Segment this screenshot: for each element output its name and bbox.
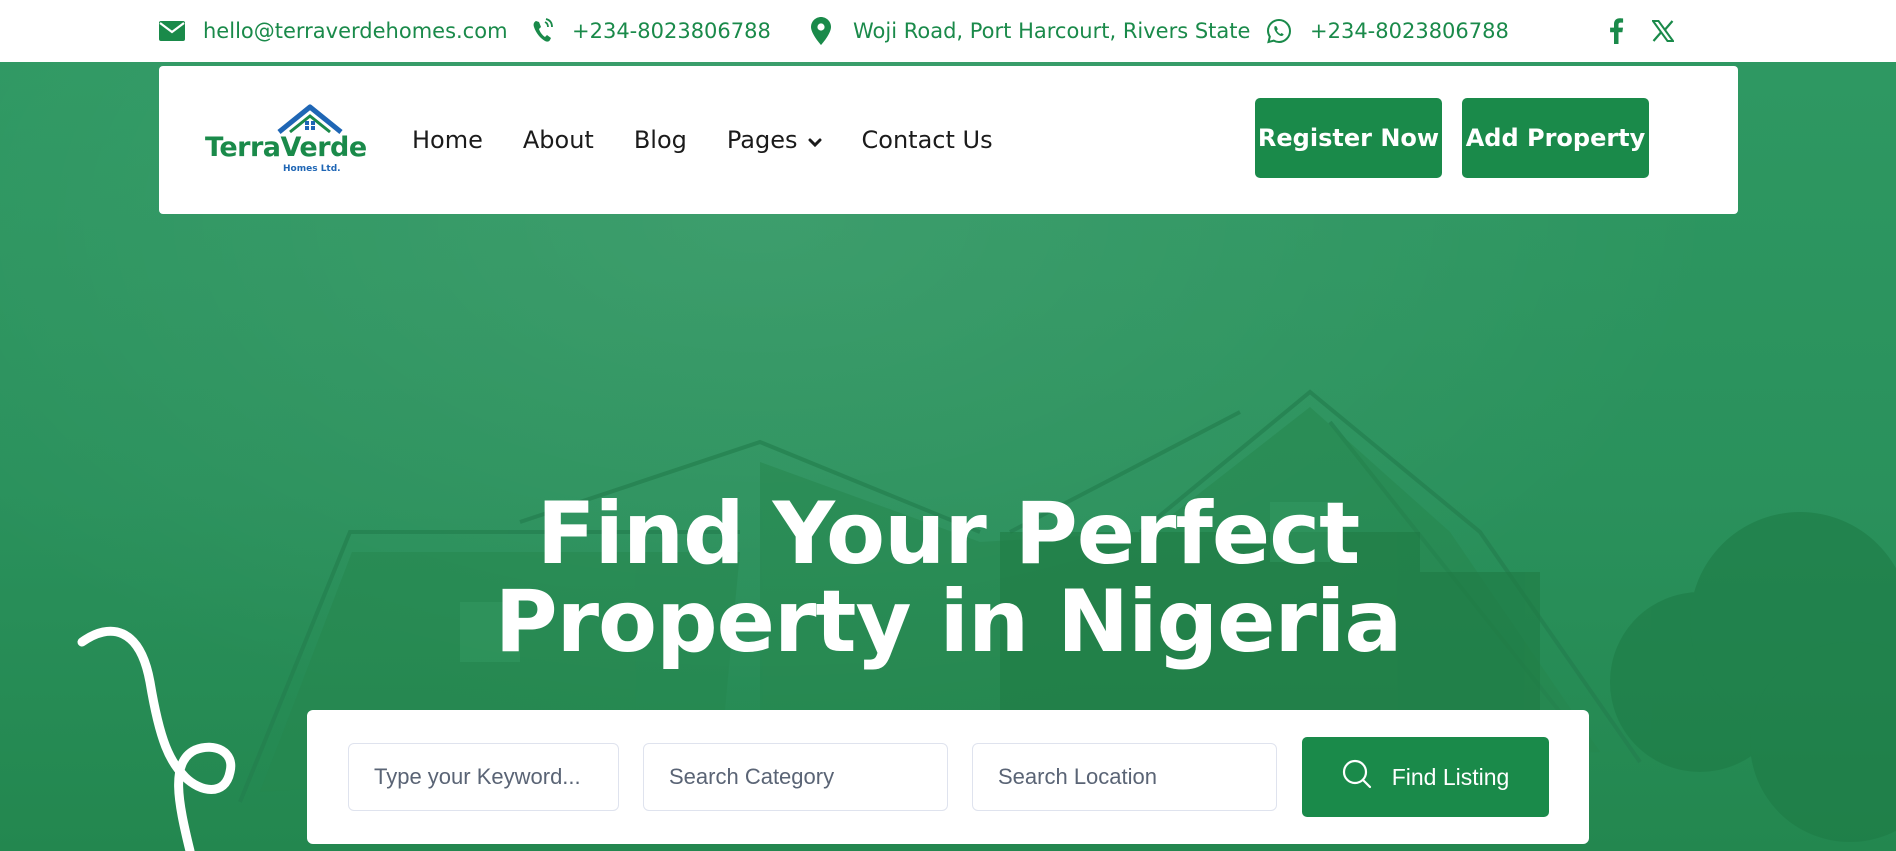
search-icon bbox=[1342, 759, 1392, 795]
nav-home[interactable]: Home bbox=[412, 126, 483, 154]
hero-title-line-1: Find Your Perfect bbox=[536, 484, 1361, 584]
find-listing-button[interactable]: Find Listing bbox=[1302, 737, 1549, 817]
nav-contact-label: Contact Us bbox=[861, 126, 993, 154]
phone-text: +234-8023806788 bbox=[572, 19, 771, 43]
address-text-item: Woji Road, Port Harcourt, Rivers State bbox=[811, 0, 1250, 62]
location-pin-icon bbox=[811, 17, 831, 45]
find-listing-label: Find Listing bbox=[1391, 763, 1510, 790]
search-card: Find Listing bbox=[307, 710, 1589, 844]
chevron-down-icon bbox=[808, 126, 822, 154]
nav-home-label: Home bbox=[412, 126, 483, 154]
location-input[interactable] bbox=[998, 764, 1276, 790]
nav-about-label: About bbox=[522, 126, 594, 154]
nav-about[interactable]: About bbox=[523, 126, 594, 154]
nav-blog[interactable]: Blog bbox=[634, 126, 687, 154]
whatsapp-icon bbox=[1266, 18, 1292, 44]
email-text: hello@terraverdehomes.com bbox=[203, 19, 508, 43]
nav-contact[interactable]: Contact Us bbox=[862, 126, 993, 154]
location-field[interactable] bbox=[972, 743, 1277, 811]
top-contact-bar: hello@terraverdehomes.com +234-802380678… bbox=[0, 0, 1896, 62]
hero-title-line-2: Property in Nigeria bbox=[494, 572, 1403, 672]
envelope-icon bbox=[159, 21, 185, 41]
logo-subtitle: Homes Ltd. bbox=[283, 164, 341, 174]
keyword-field[interactable] bbox=[348, 743, 619, 811]
logo[interactable]: TerraVerde Homes Ltd. bbox=[205, 104, 367, 174]
nav-pages-label: Pages bbox=[726, 126, 798, 154]
category-field[interactable] bbox=[643, 743, 948, 811]
phone-icon bbox=[532, 18, 554, 44]
x-twitter-link[interactable] bbox=[1652, 0, 1674, 62]
nav-pages[interactable]: Pages bbox=[727, 126, 822, 154]
x-icon bbox=[1652, 20, 1674, 42]
main-menu: Home About Blog Pages Contact Us bbox=[412, 66, 1033, 214]
logo-brand-text: TerraVerde bbox=[205, 132, 367, 163]
category-input[interactable] bbox=[669, 764, 947, 790]
facebook-link[interactable] bbox=[1608, 0, 1624, 62]
email-link[interactable]: hello@terraverdehomes.com bbox=[159, 0, 508, 62]
house-roof-icon bbox=[277, 104, 343, 134]
keyword-input[interactable] bbox=[374, 764, 618, 790]
facebook-icon bbox=[1608, 18, 1624, 44]
hero-title: Find Your Perfect Property in Nigeria bbox=[0, 490, 1896, 666]
whatsapp-link[interactable]: +234-8023806788 bbox=[1266, 0, 1509, 62]
register-now-button[interactable]: Register Now bbox=[1255, 98, 1442, 178]
nav-blog-label: Blog bbox=[633, 126, 687, 154]
header-nav-card: TerraVerde Homes Ltd. Home About Blog Pa… bbox=[159, 66, 1738, 214]
add-property-button[interactable]: Add Property bbox=[1462, 98, 1649, 178]
whatsapp-text: +234-8023806788 bbox=[1310, 19, 1509, 43]
address-text: Woji Road, Port Harcourt, Rivers State bbox=[853, 19, 1251, 43]
phone-link[interactable]: +234-8023806788 bbox=[532, 0, 771, 62]
